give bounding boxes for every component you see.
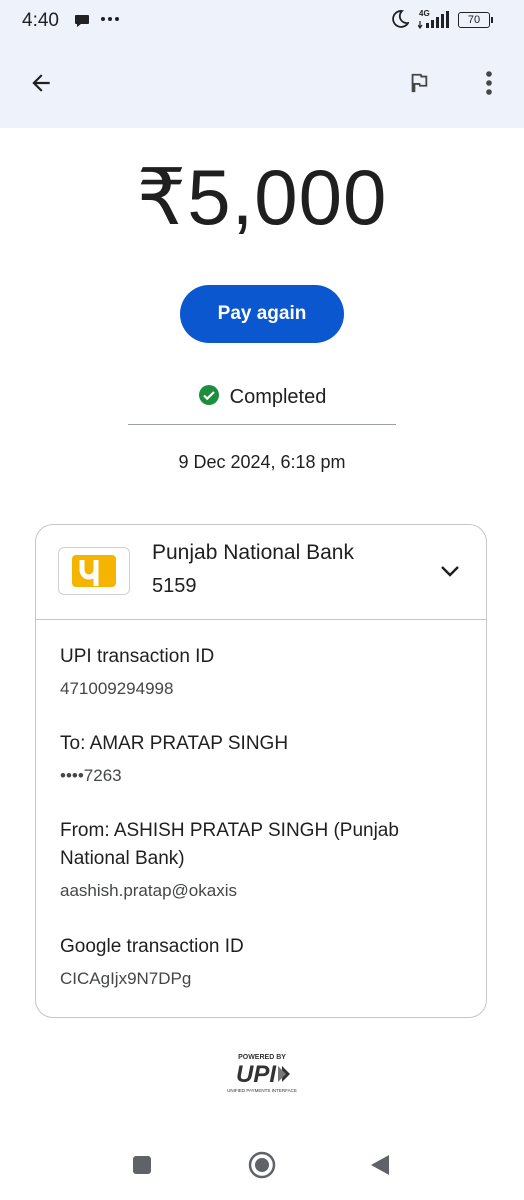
transaction-datetime: 9 Dec 2024, 6:18 pm (178, 452, 346, 472)
powered-by-text: POWERED BY (238, 1054, 286, 1061)
upi-tagline-text: UNIFIED PAYMENTS INTERFACE (227, 1088, 297, 1093)
transaction-details-card: Punjab National Bank 5159 UPI transactio… (35, 524, 487, 1018)
more-dots-icon (100, 9, 120, 34)
flag-icon[interactable] (396, 60, 442, 106)
detail-label: From: ASHISH PRATAP SINGH (Punjab Nation… (60, 820, 399, 869)
bank-name: Punjab National Bank (152, 541, 354, 564)
more-vert-icon[interactable] (466, 60, 512, 106)
payment-status: Completed (0, 384, 524, 411)
upi-logo: POWERED BY UPI UNIFIED PAYMENTS INTERFAC… (212, 1050, 312, 1096)
battery-icon: 70 (458, 12, 493, 28)
bank-account-number: 5159 (152, 575, 197, 597)
detail-to: To: AMAR PRATAP SINGH ••••7263 (60, 730, 460, 786)
status-bar: 4:40 4G 70 (0, 0, 524, 40)
detail-value: CICAgIjx9N7DPg (60, 969, 192, 988)
payment-amount: ₹5,000 (136, 153, 388, 241)
chevron-down-icon[interactable] (432, 553, 468, 589)
pnb-logo-icon (58, 547, 130, 595)
detail-value: ••••7263 (60, 766, 122, 785)
status-time: 4:40 (22, 10, 59, 31)
chat-bubble-icon (74, 14, 90, 33)
detail-label: Google transaction ID (60, 936, 244, 957)
moon-icon (391, 10, 410, 33)
recents-square-icon[interactable] (112, 1135, 172, 1195)
signal-icon (417, 9, 452, 34)
system-nav-bar (0, 1130, 524, 1200)
divider (128, 424, 396, 425)
detail-label: To: AMAR PRATAP SINGH (60, 733, 289, 754)
pay-again-button[interactable]: Pay again (180, 285, 344, 343)
status-text: Completed (229, 386, 327, 408)
app-bar (0, 40, 524, 128)
detail-value: aashish.pratap@okaxis (60, 881, 237, 900)
check-circle-icon (198, 384, 220, 411)
detail-value: 471009294998 (60, 679, 174, 698)
bank-account-header[interactable]: Punjab National Bank 5159 (36, 525, 486, 620)
detail-from: From: ASHISH PRATAP SINGH (Punjab Nation… (60, 817, 460, 901)
detail-google-transaction-id: Google transaction ID CICAgIjx9N7DPg (60, 933, 460, 989)
back-triangle-icon[interactable] (350, 1135, 410, 1195)
home-circle-icon[interactable] (232, 1135, 292, 1195)
detail-upi-transaction-id: UPI transaction ID 471009294998 (60, 643, 460, 699)
upi-brand-text: UPI (236, 1061, 277, 1088)
detail-label: UPI transaction ID (60, 646, 215, 667)
back-arrow-icon[interactable] (18, 60, 64, 106)
